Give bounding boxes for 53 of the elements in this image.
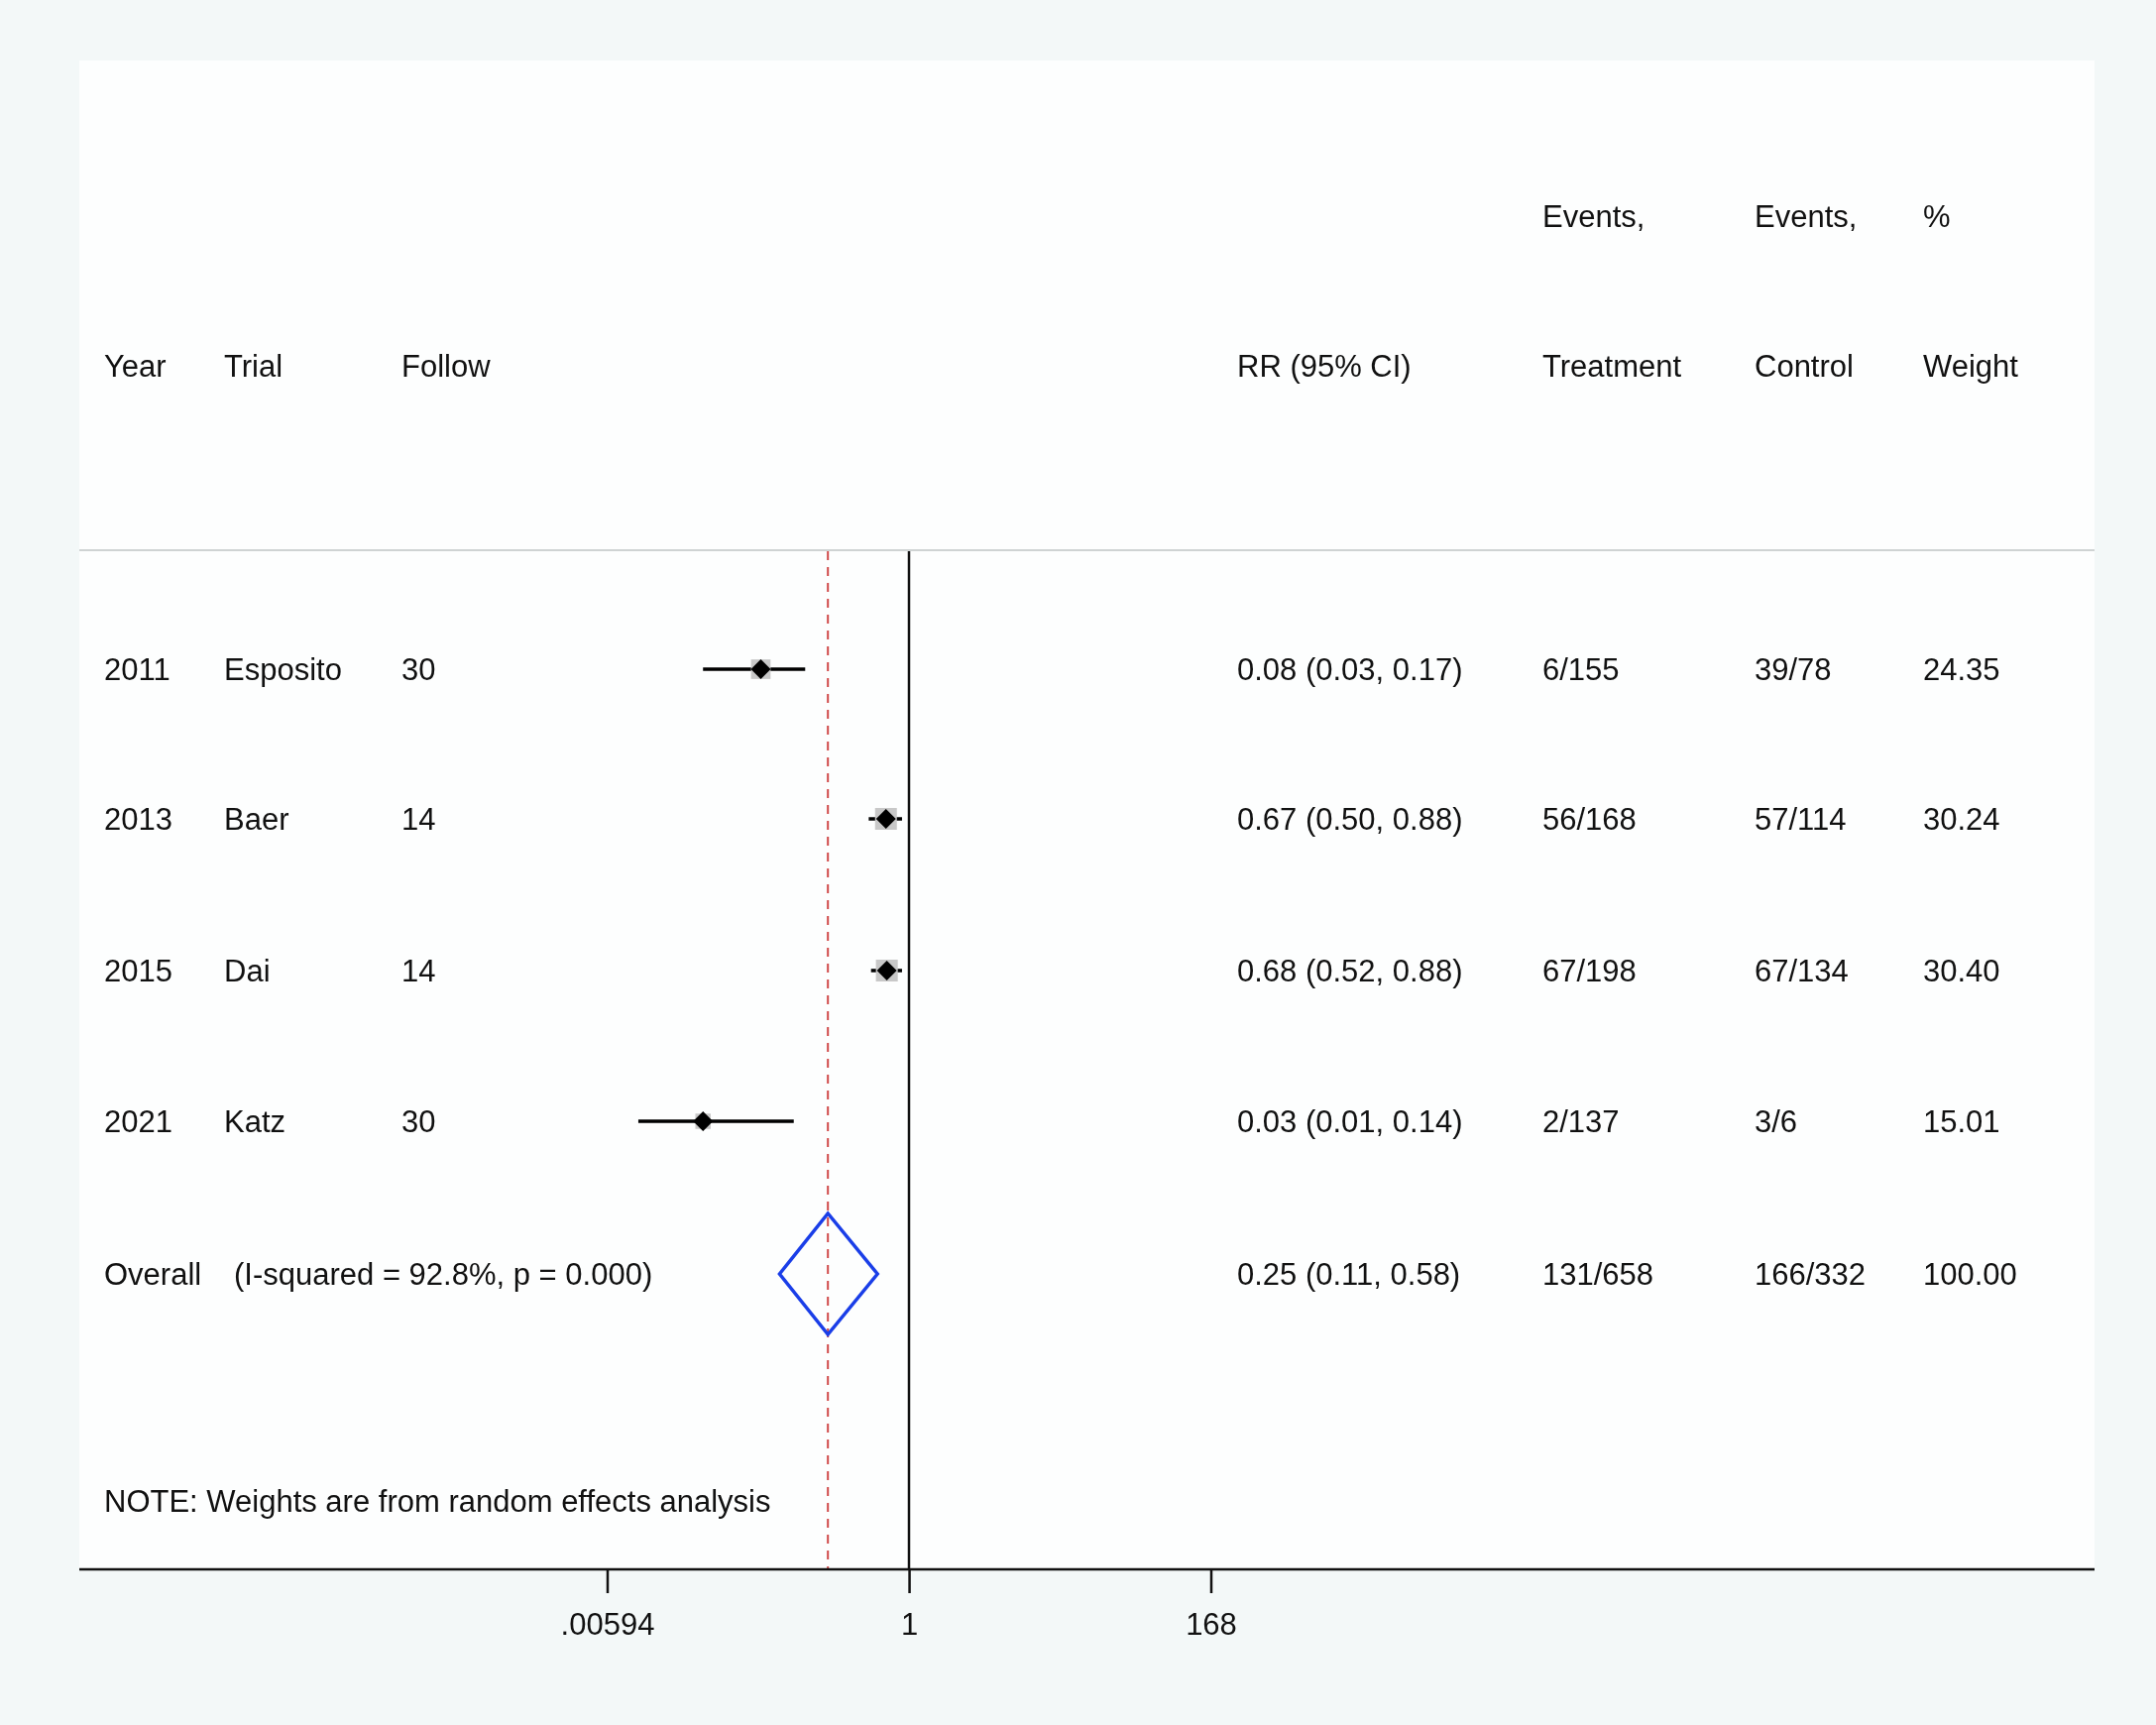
ci-line [868, 817, 902, 821]
table-cell: 166/332 [1755, 1256, 1867, 1292]
column-header: Follow [401, 348, 492, 386]
table-cell: Esposito [224, 651, 342, 687]
column-header: Events, [1755, 198, 1859, 236]
table-cell: 24.35 [1923, 651, 2000, 687]
table-cell: 2/137 [1542, 1103, 1620, 1139]
column-header: Treatment [1542, 348, 1683, 386]
table-cell: 0.67 (0.50, 0.88) [1237, 801, 1463, 837]
table-cell: 14 [401, 953, 436, 988]
point-marker [693, 1111, 714, 1131]
table-cell: 0.08 (0.03, 0.17) [1237, 651, 1463, 687]
table-cell: Overall [104, 1256, 202, 1292]
point-marker [874, 808, 897, 830]
column-header: Weight [1923, 348, 2019, 386]
table-cell: 0.68 (0.52, 0.88) [1237, 953, 1463, 988]
table-cell: 0.03 (0.01, 0.14) [1237, 1103, 1463, 1139]
table-cell: 0.25 (0.11, 0.58) [1237, 1256, 1461, 1292]
table-cell: 100.00 [1923, 1256, 2017, 1292]
table-cell: 2011 [104, 651, 170, 687]
table-cell: 6/155 [1542, 651, 1620, 687]
table-cell: 30.40 [1923, 953, 2000, 988]
column-header: Trial [224, 348, 284, 386]
table-cell: Baer [224, 801, 289, 837]
table-cell: 2015 [104, 953, 172, 988]
table-cell: 56/168 [1542, 801, 1637, 837]
heterogeneity-text: (I-squared = 92.8%, p = 0.000) [234, 1256, 653, 1292]
table-cell: 15.01 [1923, 1103, 2000, 1139]
table-cell: 14 [401, 801, 436, 837]
table-cell: 2013 [104, 801, 172, 837]
table-cell: 57/114 [1755, 801, 1847, 837]
table-cell: 131/658 [1542, 1256, 1654, 1292]
table-cell: 67/198 [1542, 953, 1637, 988]
column-header: % [1923, 198, 1952, 236]
axis-tick-label: 1 [900, 1606, 919, 1642]
point-marker [750, 659, 771, 679]
table-cell: 30 [401, 651, 436, 687]
column-header: Events, [1542, 198, 1646, 236]
table-cell: 39/78 [1755, 651, 1832, 687]
axis-tick-label: .00594 [560, 1606, 655, 1642]
table-cell: 30 [401, 1103, 436, 1139]
note-text: NOTE: Weights are from random effects analysis [104, 1483, 771, 1519]
table-cell: Katz [224, 1103, 286, 1139]
table-cell: 2021 [104, 1103, 172, 1139]
ci-line [870, 969, 902, 973]
table-cell: 3/6 [1755, 1103, 1798, 1139]
column-header: Year [104, 348, 168, 386]
column-header: RR (95% CI) [1237, 348, 1413, 386]
column-header: Control [1755, 348, 1855, 386]
table-cell: 30.24 [1923, 801, 2000, 837]
axis-tick-label: 168 [1186, 1606, 1237, 1642]
table-cell: 67/134 [1755, 953, 1849, 988]
table-cell: Dai [224, 953, 271, 988]
